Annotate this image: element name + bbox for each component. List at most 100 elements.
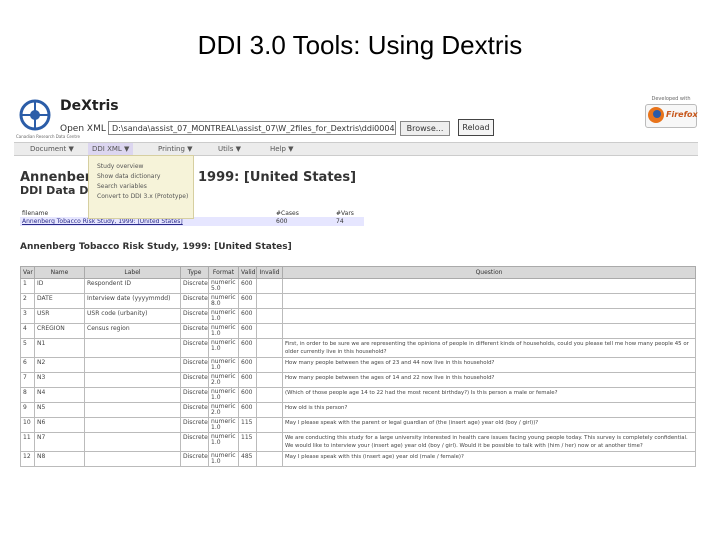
- firefox-badge[interactable]: Developed with Firefox: [644, 96, 698, 138]
- var-label: [84, 417, 181, 433]
- menu-search-variables[interactable]: Search variables: [89, 182, 193, 192]
- var-number: 10: [20, 417, 35, 433]
- var-name: N2: [34, 357, 85, 373]
- col-header-name: Name: [34, 266, 85, 279]
- var-question: How old is this person?: [282, 402, 696, 418]
- var-number: 1: [20, 278, 35, 294]
- var-type: Discrete: [180, 402, 209, 418]
- table-row[interactable]: 2 DATE Interview date (yyyymmdd) Discrete nu…: [20, 293, 696, 309]
- var-valid: 600: [238, 293, 257, 309]
- var-valid: 600: [238, 372, 257, 388]
- var-invalid: [256, 338, 283, 358]
- var-name: N3: [34, 372, 85, 388]
- table-row[interactable]: 10 N6 Discrete numeric 1.0 115 May I please s…: [20, 417, 696, 433]
- var-valid: 600: [238, 387, 257, 403]
- menu-document[interactable]: Document ▼: [30, 143, 74, 155]
- table-row[interactable]: 5 N1 Discrete numeric 1.0 600 First, in order…: [20, 338, 696, 358]
- var-name: ID: [34, 278, 85, 294]
- app-name: DeXtris: [60, 98, 119, 114]
- table-row[interactable]: 8 N4 Discrete numeric 1.0 600 (Which of those…: [20, 387, 696, 403]
- file-path-input[interactable]: D:\sanda\assist_07_MONTREAL\assist_07\W_…: [108, 121, 396, 135]
- var-question: May I please speak with the parent or le…: [282, 417, 696, 433]
- var-format: numeric 1.0: [208, 451, 239, 467]
- reload-button[interactable]: Reload: [458, 119, 494, 136]
- var-question: May I please speak with this (insert age…: [282, 451, 696, 467]
- firefox-button[interactable]: Firefox: [645, 104, 698, 128]
- var-label: [84, 432, 181, 452]
- var-type: Discrete: [180, 323, 209, 339]
- var-invalid: [256, 293, 283, 309]
- firefox-icon: [648, 107, 664, 123]
- files-header-vars: #Vars: [336, 210, 354, 217]
- table-row[interactable]: 9 N5 Discrete numeric 2.0 600 How old is this…: [20, 402, 696, 418]
- var-name: CREGION: [34, 323, 85, 339]
- var-invalid: [256, 357, 283, 373]
- menu-ddi-xml[interactable]: DDI XML ▼: [88, 143, 134, 155]
- col-header-valid: Valid: [238, 266, 257, 279]
- file-vars: 74: [334, 217, 364, 226]
- table-row[interactable]: 12 N8 Discrete numeric 1.0 485 May I please s…: [20, 451, 696, 467]
- menu-utils[interactable]: Utils ▼: [218, 143, 241, 155]
- var-name: DATE: [34, 293, 85, 309]
- table-row[interactable]: 3 USR USR code (urbanity) Discrete numeric 1…: [20, 308, 696, 324]
- var-format: numeric 2.0: [208, 402, 239, 418]
- var-type: Discrete: [180, 387, 209, 403]
- var-question: First, in order to be sure we are repres…: [282, 338, 696, 358]
- var-format: numeric 1.0: [208, 387, 239, 403]
- var-label: [84, 402, 181, 418]
- var-format: numeric 1.0: [208, 357, 239, 373]
- var-name: N8: [34, 451, 85, 467]
- var-invalid: [256, 278, 283, 294]
- table-row[interactable]: 11 N7 Discrete numeric 1.0 115 We are conduct…: [20, 432, 696, 452]
- var-name: N4: [34, 387, 85, 403]
- page-subtitle: DDI Data Dictionary: [20, 184, 88, 197]
- var-valid: 115: [238, 417, 257, 433]
- var-format: numeric 5.0: [208, 278, 239, 294]
- menu-convert-ddi3[interactable]: Convert to DDI 3.x (Prototype): [89, 192, 193, 202]
- browse-button[interactable]: Browse...: [400, 121, 450, 136]
- var-question: [282, 278, 696, 294]
- var-type: Discrete: [180, 372, 209, 388]
- app-header: Canadian Research Data Centre DeXtris Op…: [14, 94, 698, 142]
- var-type: Discrete: [180, 451, 209, 467]
- var-format: numeric 1.0: [208, 417, 239, 433]
- var-label: [84, 451, 181, 467]
- var-label: Census region: [84, 323, 181, 339]
- table-row[interactable]: 7 N3 Discrete numeric 2.0 600 How many people…: [20, 372, 696, 388]
- var-type: Discrete: [180, 417, 209, 433]
- var-invalid: [256, 417, 283, 433]
- var-valid: 485: [238, 451, 257, 467]
- var-valid: 600: [238, 308, 257, 324]
- var-number: 6: [20, 357, 35, 373]
- var-number: 12: [20, 451, 35, 467]
- var-name: N7: [34, 432, 85, 452]
- table-row[interactable]: 4 CREGION Census region Discrete numeric 1.0…: [20, 323, 696, 339]
- file-cases: 600: [274, 217, 334, 226]
- table-row[interactable]: 6 N2 Discrete numeric 1.0 600 How many people…: [20, 357, 696, 373]
- menu-printing[interactable]: Printing ▼: [158, 143, 193, 155]
- col-header-question: Question: [282, 266, 696, 279]
- crdc-logo-icon: [19, 99, 51, 131]
- var-name: USR: [34, 308, 85, 324]
- col-header-format: Format: [208, 266, 239, 279]
- var-format: numeric 1.0: [208, 308, 239, 324]
- variables-table: Var Name Label Type Format Valid Invalid…: [20, 266, 696, 467]
- var-number: 11: [20, 432, 35, 452]
- col-header-invalid: Invalid: [256, 266, 283, 279]
- var-question: [282, 308, 696, 324]
- var-type: Discrete: [180, 293, 209, 309]
- menu-help[interactable]: Help ▼: [270, 143, 294, 155]
- var-label: [84, 387, 181, 403]
- var-label: Interview date (yyyymmdd): [84, 293, 181, 309]
- var-valid: 600: [238, 357, 257, 373]
- col-header-label: Label: [84, 266, 181, 279]
- menu-study-overview[interactable]: Study overview: [89, 162, 193, 172]
- var-valid: 600: [238, 278, 257, 294]
- study-title: Annenberg Tobacco Risk Study, 1999: [Uni…: [20, 242, 292, 252]
- var-type: Discrete: [180, 432, 209, 452]
- var-valid: 600: [238, 338, 257, 358]
- var-number: 8: [20, 387, 35, 403]
- menu-show-data-dictionary[interactable]: Show data dictionary: [89, 172, 193, 182]
- table-row[interactable]: 1 ID Respondent ID Discrete numeric 5.0 600: [20, 278, 696, 294]
- var-name: N1: [34, 338, 85, 358]
